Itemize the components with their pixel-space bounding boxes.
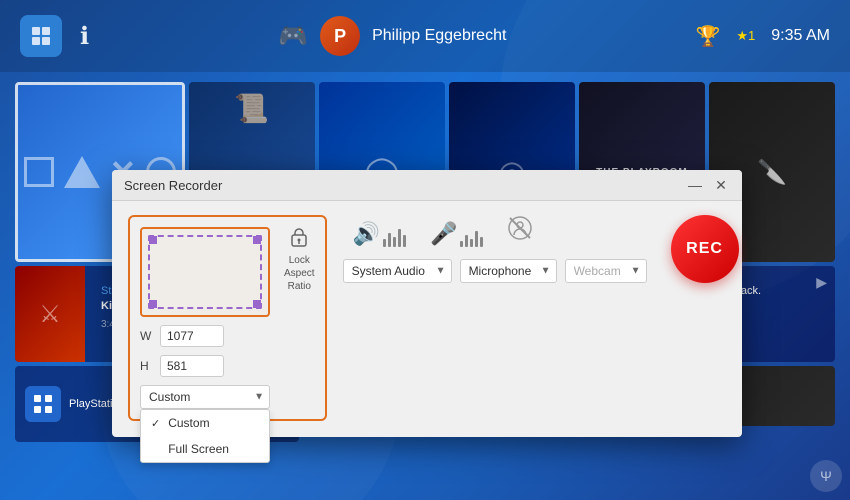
mic-bar-5: [480, 237, 483, 247]
lock-label: Lock AspectRatio: [284, 254, 315, 293]
bar-3: [393, 237, 396, 247]
rec-label: REC: [686, 240, 723, 258]
audio-selects-row: System Audio ▼ Microphone ▼ Webcam: [343, 259, 647, 283]
dropdown-fullscreen-label: Full Screen: [168, 442, 229, 456]
height-input[interactable]: [160, 355, 224, 377]
region-select[interactable]: Custom Full Screen: [140, 385, 270, 409]
check-icon: ✓: [151, 417, 160, 430]
dialog-overlay: Screen Recorder — ✕: [0, 0, 850, 500]
webcam-group: [507, 215, 533, 247]
dropdown-item-custom[interactable]: ✓ Custom: [141, 410, 269, 436]
minimize-button[interactable]: —: [686, 176, 704, 194]
system-audio-select[interactable]: System Audio: [343, 259, 452, 283]
width-input[interactable]: [160, 325, 224, 347]
mic-bar-4: [475, 231, 478, 247]
mic-bar-3: [470, 239, 473, 247]
webcam-select[interactable]: Webcam: [565, 259, 647, 283]
region-dropdown-menu: ✓ Custom ✓ Full Screen: [140, 409, 270, 463]
mic-bar-1: [460, 241, 463, 247]
microphone-group: 🎤: [430, 221, 483, 247]
corner-bl: [149, 300, 157, 308]
lock-icon[interactable]: [290, 227, 308, 252]
dialog-titlebar: Screen Recorder — ✕: [112, 170, 742, 201]
mic-level-bars: [460, 223, 483, 247]
system-audio-select-wrap: System Audio ▼: [343, 259, 452, 283]
system-audio-group: 🔊: [353, 221, 406, 247]
corner-br: [253, 300, 261, 308]
region-section: W H Custom Full Screen ▼: [128, 215, 327, 421]
region-dropdown-wrap: Custom Full Screen ▼ ✓ Custom ✓: [140, 385, 270, 409]
audio-panel: 🔊 🎤: [343, 215, 647, 283]
close-button[interactable]: ✕: [712, 176, 730, 194]
webcam-select-wrap: Webcam ▼: [565, 259, 647, 283]
height-row: H: [140, 355, 270, 377]
corner-tl: [149, 236, 157, 244]
dialog-body: W H Custom Full Screen ▼: [112, 201, 742, 437]
webcam-off-icon: [507, 215, 533, 247]
screen-recorder-dialog: Screen Recorder — ✕: [112, 170, 742, 437]
microphone-select[interactable]: Microphone: [460, 259, 557, 283]
lock-aspect-section: Lock AspectRatio: [284, 227, 315, 293]
dropdown-custom-label: Custom: [168, 416, 209, 430]
region-dashed-border: [148, 235, 262, 309]
rec-panel: REC: [663, 215, 747, 283]
rec-button[interactable]: REC: [671, 215, 739, 283]
width-row: W: [140, 325, 270, 347]
dialog-controls: — ✕: [686, 176, 730, 194]
bar-4: [398, 229, 401, 247]
mic-bar-2: [465, 235, 468, 247]
speaker-icon: 🔊: [353, 221, 380, 247]
bar-2: [388, 233, 391, 247]
dropdown-item-fullscreen[interactable]: ✓ Full Screen: [141, 436, 269, 462]
height-label: H: [140, 359, 154, 373]
corner-tr: [253, 236, 261, 244]
audio-level-bars: [383, 223, 406, 247]
audio-icons-row: 🔊 🎤: [343, 215, 647, 247]
bar-1: [383, 239, 386, 247]
microphone-select-wrap: Microphone ▼: [460, 259, 557, 283]
microphone-icon: 🎤: [430, 221, 457, 247]
region-selection-box[interactable]: [140, 227, 270, 317]
dialog-title: Screen Recorder: [124, 178, 222, 193]
bar-5: [403, 235, 406, 247]
width-label: W: [140, 329, 154, 343]
